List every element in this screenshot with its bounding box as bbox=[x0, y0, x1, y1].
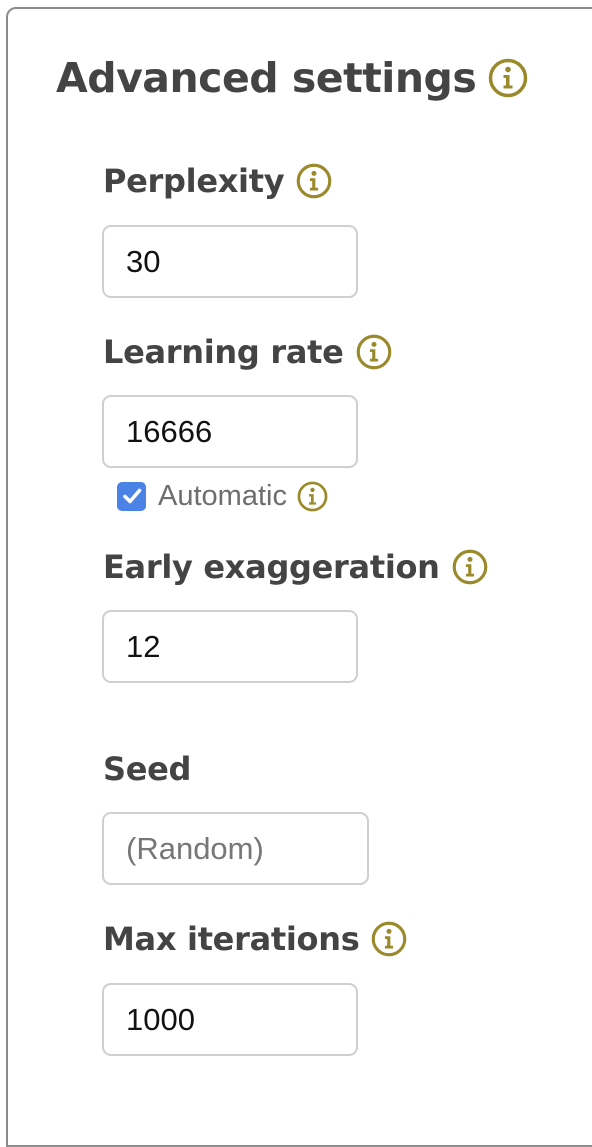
max-iterations-label-row: Max iterations bbox=[103, 917, 407, 961]
learning-rate-label: Learning rate bbox=[103, 333, 344, 371]
info-icon[interactable] bbox=[371, 921, 407, 957]
automatic-checkbox[interactable] bbox=[117, 481, 146, 511]
info-icon[interactable] bbox=[356, 334, 392, 370]
max-iterations-label: Max iterations bbox=[103, 920, 360, 958]
seed-label: Seed bbox=[103, 750, 192, 788]
info-icon[interactable] bbox=[452, 549, 488, 585]
perplexity-input[interactable] bbox=[102, 225, 358, 298]
seed-label-row: Seed bbox=[103, 747, 191, 791]
info-icon[interactable] bbox=[488, 58, 528, 98]
early-exaggeration-label: Early exaggeration bbox=[103, 548, 440, 586]
learning-rate-input[interactable] bbox=[102, 395, 358, 468]
learning-rate-label-row: Learning rate bbox=[103, 330, 392, 374]
early-exaggeration-label-row: Early exaggeration bbox=[103, 545, 488, 589]
max-iterations-input[interactable] bbox=[102, 983, 358, 1056]
automatic-label[interactable]: Automatic bbox=[158, 480, 287, 513]
perplexity-label: Perplexity bbox=[103, 162, 285, 200]
info-icon[interactable] bbox=[296, 163, 332, 199]
automatic-checkbox-row: Automatic bbox=[117, 478, 328, 514]
info-icon[interactable] bbox=[297, 481, 328, 512]
seed-input[interactable] bbox=[102, 812, 369, 885]
panel-title-row: Advanced settings bbox=[56, 48, 528, 108]
panel-title: Advanced settings bbox=[56, 54, 477, 102]
perplexity-label-row: Perplexity bbox=[103, 159, 332, 203]
early-exaggeration-input[interactable] bbox=[102, 610, 358, 683]
checkmark-icon bbox=[122, 488, 141, 504]
